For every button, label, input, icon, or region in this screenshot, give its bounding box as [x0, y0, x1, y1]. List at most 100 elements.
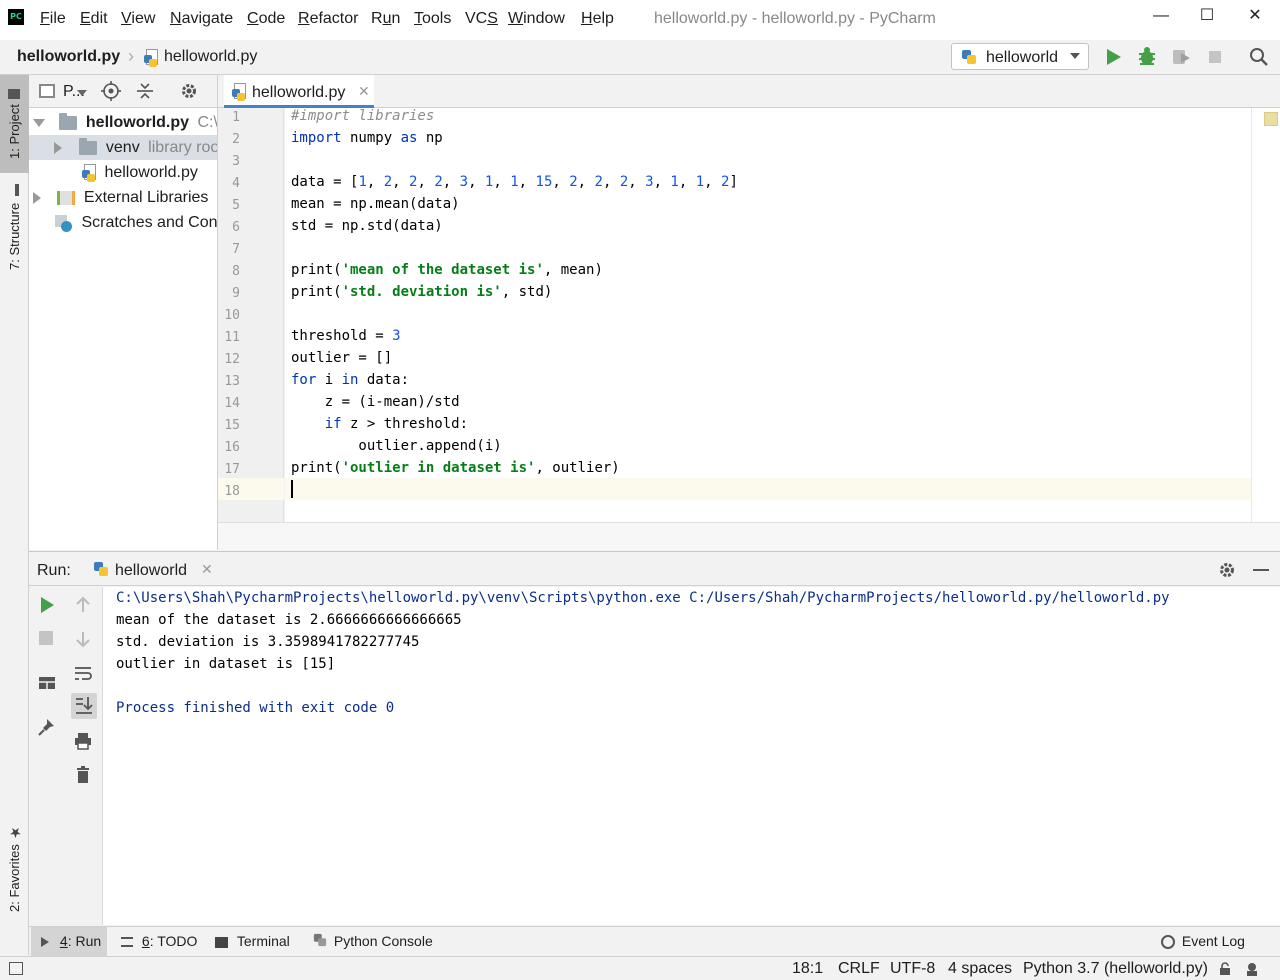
indent-setting[interactable]: 4 spaces — [948, 960, 1012, 978]
code-line-8: print('mean of the dataset is', mean) — [291, 262, 603, 278]
search-everywhere-icon[interactable] — [1248, 46, 1270, 68]
close-icon[interactable]: ✕ — [201, 561, 213, 578]
run-with-coverage-icon[interactable] — [1170, 46, 1192, 68]
run-console-output[interactable]: C:\Users\Shah\PycharmProjects\helloworld… — [103, 587, 1280, 925]
folder-icon — [79, 137, 98, 155]
code-line-13: for i in data: — [291, 372, 410, 388]
todo-list-icon — [121, 937, 133, 948]
code-line-16: outlier.append(i) — [291, 438, 502, 454]
structure-icon — [9, 184, 20, 197]
run-tab-helloworld[interactable]: helloworld ✕ — [89, 552, 219, 586]
venv-name: venv — [105, 139, 140, 156]
python-file-icon — [144, 49, 160, 68]
debug-icon[interactable] — [1136, 46, 1158, 68]
menu-refactor[interactable]: Refactor — [298, 10, 358, 28]
console-command-line[interactable]: C:\Users\Shah\PycharmProjects\helloworld… — [116, 590, 1170, 606]
menu-navigate[interactable]: Navigate — [170, 10, 233, 28]
python-icon — [93, 561, 109, 581]
tool-tab-terminal[interactable]: Terminal — [215, 927, 295, 956]
hide-panel-icon[interactable] — [1253, 569, 1269, 571]
menu-file[interactable]: File — [40, 10, 66, 28]
expand-arrow-icon[interactable] — [33, 191, 41, 204]
code-line-4: data = [1, 2, 2, 2, 3, 1, 1, 15, 2, 2, 2… — [291, 174, 738, 190]
inspector-icon[interactable] — [1244, 961, 1260, 980]
line-separator[interactable]: CRLF — [838, 960, 880, 978]
trash-icon[interactable] — [73, 765, 93, 789]
minimize-button[interactable]: — — [1138, 4, 1184, 28]
tree-item-external-libraries[interactable]: External Libraries — [29, 185, 217, 210]
editor-breadcrumb-bar — [218, 522, 1280, 550]
menu-edit[interactable]: Edit — [80, 10, 108, 28]
favorites-tool-tab[interactable]: 2: Favorites ★ — [0, 820, 29, 916]
expand-arrow-icon[interactable] — [54, 141, 62, 154]
rerun-icon[interactable] — [37, 595, 57, 619]
print-icon[interactable] — [73, 731, 93, 755]
breadcrumb-file[interactable]: helloworld.py — [164, 48, 257, 66]
editor-tab-label: helloworld.py — [252, 84, 346, 101]
tree-item-venv[interactable]: venv library root — [29, 135, 217, 160]
tool-tab-todo[interactable]: 6: TODO — [121, 927, 203, 956]
editor-tab-bar: helloworld.py ✕ — [218, 75, 1280, 108]
caret-position[interactable]: 18:1 — [792, 960, 823, 978]
menu-run[interactable]: Run — [371, 10, 400, 28]
pin-icon[interactable] — [37, 717, 57, 741]
menu-view[interactable]: View — [121, 10, 155, 28]
menu-vcs[interactable]: VCS — [465, 10, 498, 28]
inspection-status-icon[interactable] — [1264, 112, 1278, 126]
stop-icon[interactable] — [1204, 46, 1226, 68]
menu-tools[interactable]: Tools — [414, 10, 451, 28]
close-icon[interactable]: ✕ — [358, 83, 370, 100]
python-interpreter[interactable]: Python 3.7 (helloworld.py) — [1023, 960, 1208, 978]
stop-icon[interactable] — [39, 631, 53, 645]
line-number: 14 — [224, 396, 240, 411]
line-number: 13 — [224, 374, 240, 389]
star-icon: ★ — [6, 824, 23, 841]
line-number: 10 — [224, 308, 240, 323]
library-icon — [57, 190, 76, 205]
event-log-icon — [1161, 935, 1175, 950]
locate-file-icon[interactable] — [101, 81, 121, 105]
menu-window[interactable]: Window — [508, 10, 565, 28]
layout-icon[interactable] — [37, 673, 57, 697]
tree-item-project-root[interactable]: helloworld.py C:\U — [29, 110, 217, 135]
tool-tab-event-log[interactable]: Event Log — [1161, 927, 1261, 956]
tool-tab-python-console[interactable]: Python Console — [313, 927, 433, 956]
collapse-all-icon[interactable] — [135, 81, 155, 105]
run-icon[interactable] — [1102, 46, 1124, 68]
gear-icon[interactable] — [1217, 560, 1237, 584]
scratches-label: Scratches and Consoles — [81, 214, 218, 231]
tree-item-scratches[interactable]: Scratches and Consoles — [29, 210, 218, 235]
soft-wrap-icon[interactable] — [73, 663, 93, 687]
maximize-button[interactable]: ☐ — [1184, 4, 1230, 28]
toggle-tool-windows-icon[interactable] — [9, 962, 23, 975]
up-arrow-icon[interactable] — [73, 595, 93, 619]
chevron-down-icon — [1070, 53, 1080, 59]
close-window-button[interactable]: ✕ — [1232, 4, 1278, 28]
status-bar: 18:1 CRLF UTF-8 4 spaces Python 3.7 (hel… — [0, 956, 1280, 980]
run-panel-header: Run: helloworld ✕ — [29, 551, 1280, 586]
file-encoding[interactable]: UTF-8 — [890, 960, 935, 978]
tool-tab-run[interactable]: 4: Run — [31, 927, 107, 956]
run-configuration-label: helloworld — [986, 49, 1059, 66]
editor-tab-helloworld[interactable]: helloworld.py ✕ — [224, 75, 374, 108]
structure-tool-tab[interactable]: 7: Structure — [0, 179, 29, 275]
code-line-15: if z > threshold: — [324, 416, 469, 432]
tool-tab-todo-mnemonic: 6 — [141, 933, 150, 949]
down-arrow-icon[interactable] — [73, 629, 93, 653]
menu-code[interactable]: Code — [247, 10, 285, 28]
breadcrumb-project[interactable]: helloworld.py — [17, 48, 120, 66]
expand-arrow-icon[interactable] — [33, 118, 45, 127]
menu-help[interactable]: Help — [581, 10, 614, 28]
lock-icon[interactable] — [1218, 962, 1232, 980]
folder-icon — [59, 112, 78, 130]
scroll-to-end-button[interactable] — [71, 693, 97, 719]
tree-item-helloworld-file[interactable]: helloworld.py — [29, 160, 217, 185]
line-number: 2 — [232, 132, 240, 147]
line-number: 7 — [232, 242, 240, 257]
run-configuration-select[interactable]: helloworld — [951, 43, 1089, 70]
code-line-17: print('outlier in dataset is', outlier) — [291, 460, 620, 476]
code-line-12: outlier = [] — [291, 350, 393, 366]
gear-icon[interactable] — [179, 81, 199, 105]
project-tool-tab[interactable]: 1: Project — [0, 75, 29, 173]
scratches-icon — [55, 214, 72, 232]
